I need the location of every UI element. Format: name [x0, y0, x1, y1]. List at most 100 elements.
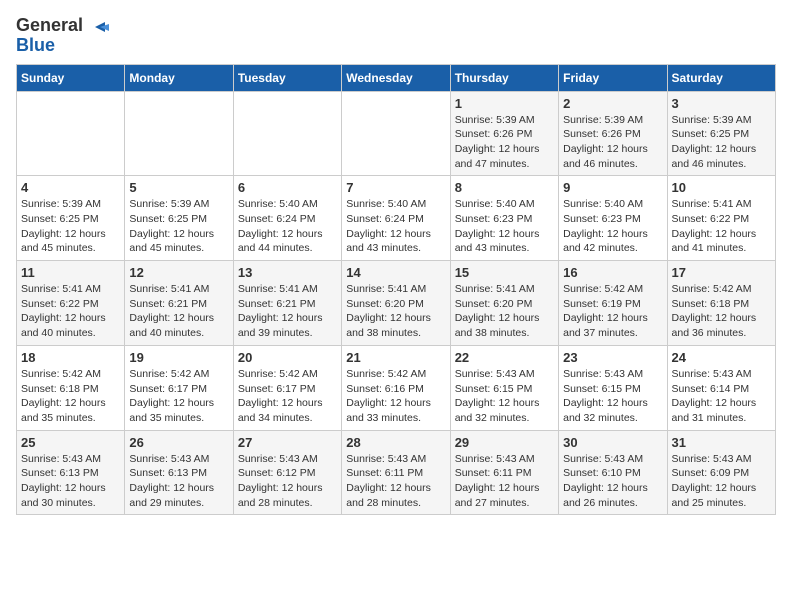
day-number: 13 — [238, 265, 337, 280]
calendar-cell: 4 Sunrise: 5:39 AM Sunset: 6:25 PM Daylig… — [17, 176, 125, 261]
day-number: 28 — [346, 435, 445, 450]
calendar-cell: 16 Sunrise: 5:42 AM Sunset: 6:19 PM Dayli… — [559, 261, 667, 346]
day-number: 29 — [455, 435, 554, 450]
calendar-table: SundayMondayTuesdayWednesdayThursdayFrid… — [16, 64, 776, 516]
day-number: 26 — [129, 435, 228, 450]
day-number: 25 — [21, 435, 120, 450]
day-number: 7 — [346, 180, 445, 195]
weekday-header-saturday: Saturday — [667, 64, 775, 91]
day-info: Sunrise: 5:42 AM Sunset: 6:18 PM Dayligh… — [672, 282, 771, 341]
calendar-cell: 26 Sunrise: 5:43 AM Sunset: 6:13 PM Dayli… — [125, 430, 233, 515]
day-info: Sunrise: 5:40 AM Sunset: 6:23 PM Dayligh… — [455, 197, 554, 256]
day-info: Sunrise: 5:41 AM Sunset: 6:22 PM Dayligh… — [21, 282, 120, 341]
day-number: 2 — [563, 96, 662, 111]
day-info: Sunrise: 5:42 AM Sunset: 6:16 PM Dayligh… — [346, 367, 445, 426]
calendar-cell: 29 Sunrise: 5:43 AM Sunset: 6:11 PM Dayli… — [450, 430, 558, 515]
weekday-header-sunday: Sunday — [17, 64, 125, 91]
logo-general: General — [16, 15, 83, 35]
calendar-cell: 20 Sunrise: 5:42 AM Sunset: 6:17 PM Dayli… — [233, 345, 341, 430]
calendar-cell: 22 Sunrise: 5:43 AM Sunset: 6:15 PM Dayli… — [450, 345, 558, 430]
day-info: Sunrise: 5:39 AM Sunset: 6:25 PM Dayligh… — [129, 197, 228, 256]
calendar-cell: 23 Sunrise: 5:43 AM Sunset: 6:15 PM Dayli… — [559, 345, 667, 430]
day-number: 18 — [21, 350, 120, 365]
day-info: Sunrise: 5:39 AM Sunset: 6:26 PM Dayligh… — [455, 113, 554, 172]
day-info: Sunrise: 5:42 AM Sunset: 6:19 PM Dayligh… — [563, 282, 662, 341]
day-number: 16 — [563, 265, 662, 280]
calendar-cell: 25Sunrise: 5:43 AM Sunset: 6:13 PM Dayli… — [17, 430, 125, 515]
day-info: Sunrise: 5:42 AM Sunset: 6:17 PM Dayligh… — [238, 367, 337, 426]
day-info: Sunrise: 5:39 AM Sunset: 6:25 PM Dayligh… — [21, 197, 120, 256]
calendar-cell — [125, 91, 233, 176]
calendar-cell: 31 Sunrise: 5:43 AM Sunset: 6:09 PM Dayli… — [667, 430, 775, 515]
logo-bird-icon — [91, 18, 109, 36]
calendar-cell: 6 Sunrise: 5:40 AM Sunset: 6:24 PM Daylig… — [233, 176, 341, 261]
day-info: Sunrise: 5:41 AM Sunset: 6:21 PM Dayligh… — [238, 282, 337, 341]
day-number: 31 — [672, 435, 771, 450]
logo: General Blue — [16, 16, 109, 56]
calendar-cell: 18 Sunrise: 5:42 AM Sunset: 6:18 PM Dayli… — [17, 345, 125, 430]
calendar-cell: 2Sunrise: 5:39 AM Sunset: 6:26 PM Daylig… — [559, 91, 667, 176]
weekday-header-friday: Friday — [559, 64, 667, 91]
day-number: 23 — [563, 350, 662, 365]
calendar-cell — [17, 91, 125, 176]
day-number: 30 — [563, 435, 662, 450]
page-header: General Blue — [16, 16, 776, 56]
day-info: Sunrise: 5:41 AM Sunset: 6:20 PM Dayligh… — [455, 282, 554, 341]
day-number: 19 — [129, 350, 228, 365]
day-info: Sunrise: 5:41 AM Sunset: 6:21 PM Dayligh… — [129, 282, 228, 341]
day-number: 24 — [672, 350, 771, 365]
calendar-cell: 12 Sunrise: 5:41 AM Sunset: 6:21 PM Dayli… — [125, 261, 233, 346]
logo-blue: Blue — [16, 35, 55, 55]
day-number: 4 — [21, 180, 120, 195]
calendar-cell: 14Sunrise: 5:41 AM Sunset: 6:20 PM Dayli… — [342, 261, 450, 346]
day-info: Sunrise: 5:41 AM Sunset: 6:22 PM Dayligh… — [672, 197, 771, 256]
day-info: Sunrise: 5:42 AM Sunset: 6:18 PM Dayligh… — [21, 367, 120, 426]
day-info: Sunrise: 5:40 AM Sunset: 6:24 PM Dayligh… — [346, 197, 445, 256]
day-info: Sunrise: 5:43 AM Sunset: 6:12 PM Dayligh… — [238, 452, 337, 511]
weekday-header-thursday: Thursday — [450, 64, 558, 91]
day-info: Sunrise: 5:40 AM Sunset: 6:23 PM Dayligh… — [563, 197, 662, 256]
weekday-header-wednesday: Wednesday — [342, 64, 450, 91]
calendar-cell: 11 Sunrise: 5:41 AM Sunset: 6:22 PM Dayli… — [17, 261, 125, 346]
day-number: 22 — [455, 350, 554, 365]
calendar-cell — [342, 91, 450, 176]
day-number: 5 — [129, 180, 228, 195]
day-info: Sunrise: 5:41 AM Sunset: 6:20 PM Dayligh… — [346, 282, 445, 341]
day-info: Sunrise: 5:40 AM Sunset: 6:24 PM Dayligh… — [238, 197, 337, 256]
calendar-cell: 1 Sunrise: 5:39 AM Sunset: 6:26 PM Daylig… — [450, 91, 558, 176]
day-number: 3 — [672, 96, 771, 111]
day-number: 8 — [455, 180, 554, 195]
day-number: 11 — [21, 265, 120, 280]
day-number: 6 — [238, 180, 337, 195]
day-info: Sunrise: 5:43 AM Sunset: 6:11 PM Dayligh… — [455, 452, 554, 511]
day-info: Sunrise: 5:43 AM Sunset: 6:15 PM Dayligh… — [563, 367, 662, 426]
calendar-cell — [233, 91, 341, 176]
calendar-cell: 13 Sunrise: 5:41 AM Sunset: 6:21 PM Dayli… — [233, 261, 341, 346]
day-number: 12 — [129, 265, 228, 280]
calendar-cell: 24 Sunrise: 5:43 AM Sunset: 6:14 PM Dayli… — [667, 345, 775, 430]
day-info: Sunrise: 5:43 AM Sunset: 6:15 PM Dayligh… — [455, 367, 554, 426]
day-number: 15 — [455, 265, 554, 280]
calendar-cell: 7 Sunrise: 5:40 AM Sunset: 6:24 PM Daylig… — [342, 176, 450, 261]
calendar-cell: 17 Sunrise: 5:42 AM Sunset: 6:18 PM Dayli… — [667, 261, 775, 346]
calendar-cell: 15 Sunrise: 5:41 AM Sunset: 6:20 PM Dayli… — [450, 261, 558, 346]
calendar-cell: 3 Sunrise: 5:39 AM Sunset: 6:25 PM Daylig… — [667, 91, 775, 176]
day-number: 27 — [238, 435, 337, 450]
day-info: Sunrise: 5:43 AM Sunset: 6:13 PM Dayligh… — [129, 452, 228, 511]
calendar-cell: 21 Sunrise: 5:42 AM Sunset: 6:16 PM Dayli… — [342, 345, 450, 430]
day-number: 17 — [672, 265, 771, 280]
day-info: Sunrise: 5:39 AM Sunset: 6:25 PM Dayligh… — [672, 113, 771, 172]
day-info: Sunrise: 5:42 AM Sunset: 6:17 PM Dayligh… — [129, 367, 228, 426]
day-number: 10 — [672, 180, 771, 195]
calendar-cell: 8 Sunrise: 5:40 AM Sunset: 6:23 PM Daylig… — [450, 176, 558, 261]
day-number: 20 — [238, 350, 337, 365]
day-info: Sunrise: 5:43 AM Sunset: 6:09 PM Dayligh… — [672, 452, 771, 511]
calendar-cell: 5 Sunrise: 5:39 AM Sunset: 6:25 PM Daylig… — [125, 176, 233, 261]
day-number: 21 — [346, 350, 445, 365]
day-info: Sunrise: 5:43 AM Sunset: 6:11 PM Dayligh… — [346, 452, 445, 511]
day-info: Sunrise: 5:43 AM Sunset: 6:14 PM Dayligh… — [672, 367, 771, 426]
calendar-cell: 10 Sunrise: 5:41 AM Sunset: 6:22 PM Dayli… — [667, 176, 775, 261]
day-number: 1 — [455, 96, 554, 111]
logo-text: General Blue — [16, 16, 109, 56]
calendar-cell: 27 Sunrise: 5:43 AM Sunset: 6:12 PM Dayli… — [233, 430, 341, 515]
